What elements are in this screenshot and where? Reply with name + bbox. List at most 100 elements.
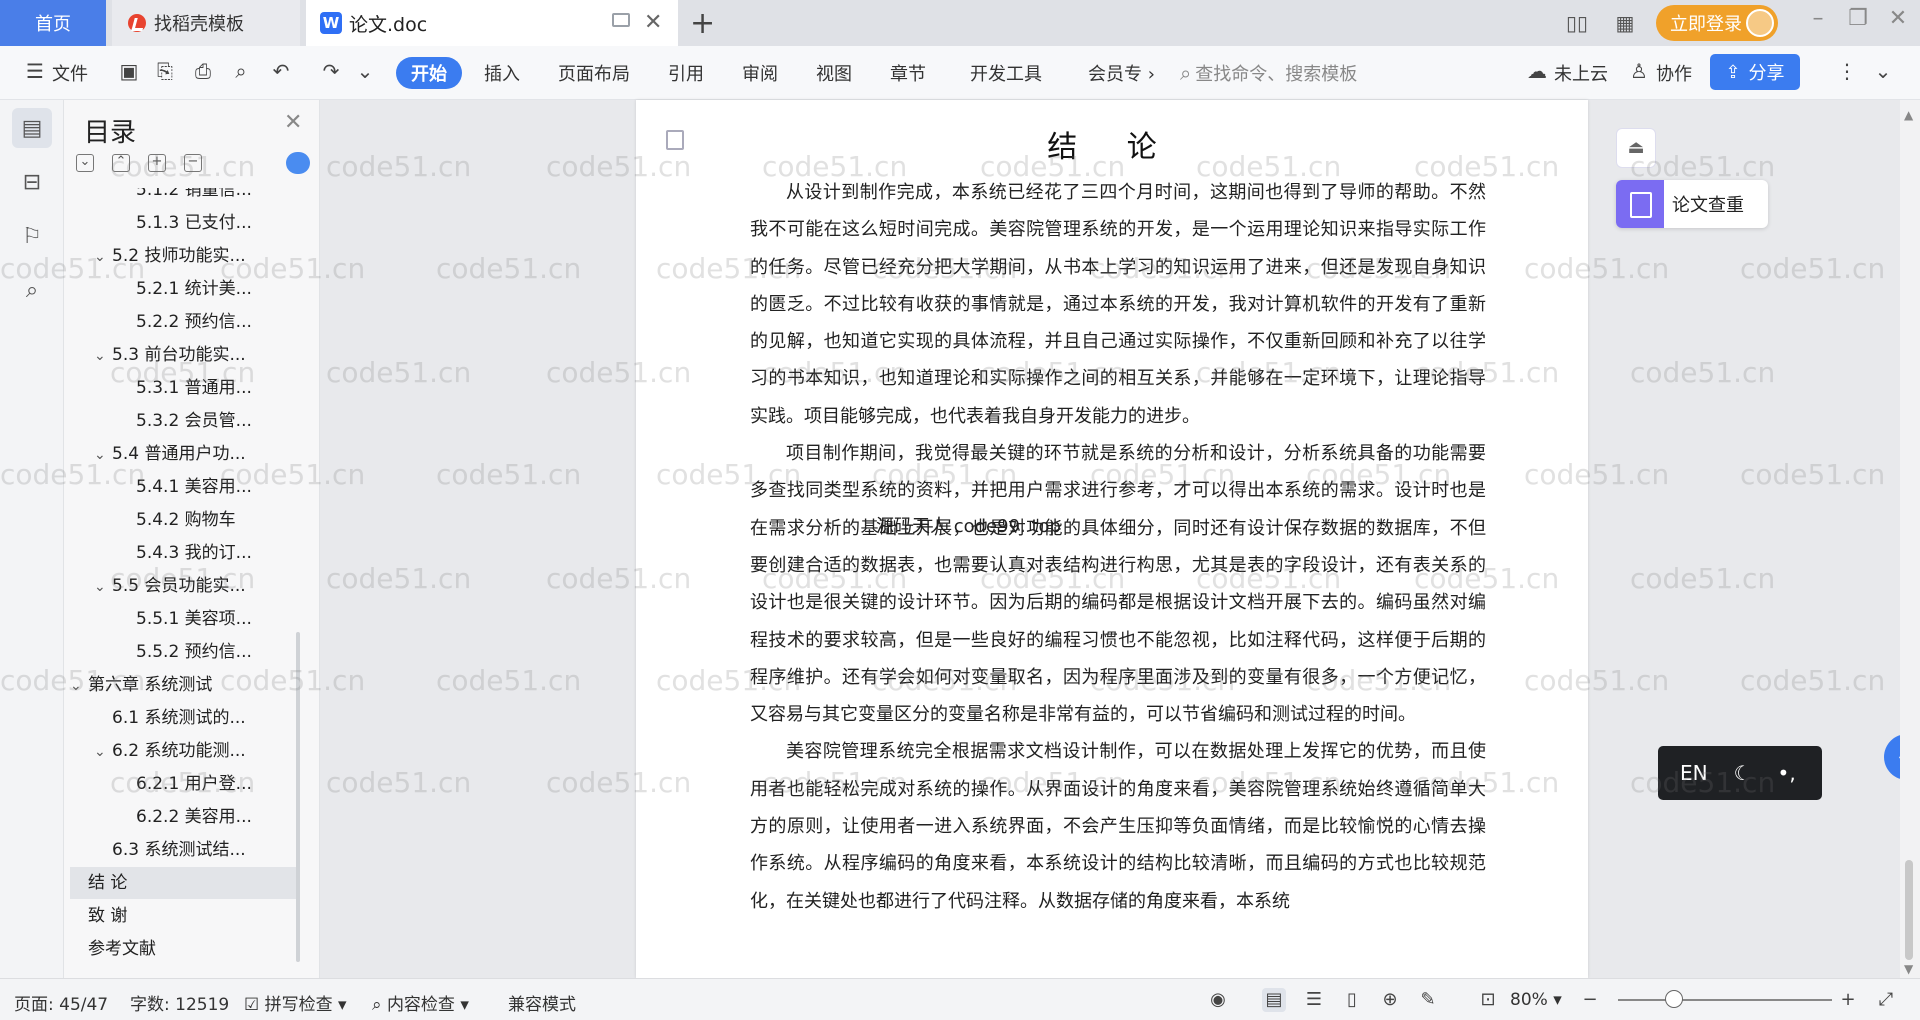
undo-icon[interactable]: ↶: [268, 58, 294, 84]
tab-review[interactable]: 审阅: [742, 60, 778, 86]
new-tab-button[interactable]: +: [690, 6, 715, 41]
toc-item[interactable]: 5.4.3 我的订...: [70, 537, 298, 569]
chevron-down-icon[interactable]: ⌄: [94, 241, 112, 272]
reading-layout-icon[interactable]: ▯▯: [1560, 10, 1594, 36]
toc-item[interactable]: 5.4.1 美容用...: [70, 471, 298, 503]
collab-button[interactable]: 协作: [1656, 60, 1692, 86]
tab-template[interactable]: 找稻壳模板: [112, 0, 300, 46]
toc-item[interactable]: 参考文献: [70, 933, 298, 965]
toc-item[interactable]: 致 谢: [70, 900, 298, 932]
tab-home[interactable]: 首页: [0, 0, 106, 46]
collapse-ribbon-icon[interactable]: ⌄: [1870, 58, 1896, 84]
collapse-panel-icon[interactable]: ⏏: [1616, 128, 1656, 168]
bookmark-icon[interactable]: ⚐: [12, 216, 52, 256]
add-heading-icon[interactable]: +: [148, 154, 166, 172]
web-view-icon[interactable]: ⊕: [1378, 988, 1402, 1012]
cloud-status[interactable]: 未上云: [1554, 60, 1608, 86]
toc-item[interactable]: 结 论: [70, 867, 298, 899]
chevron-down-icon[interactable]: ⌄: [70, 670, 88, 701]
print-icon[interactable]: ⎙: [190, 58, 216, 84]
toc-item[interactable]: 6.3 系统测试结...: [70, 834, 298, 866]
moon-icon[interactable]: ☾: [1734, 761, 1752, 785]
collapse-all-icon[interactable]: ⌃: [112, 154, 130, 172]
toc-item[interactable]: ⌄ 5.5 会员功能实...: [70, 570, 298, 602]
vertical-scrollbar[interactable]: ▲ ▼: [1900, 100, 1920, 978]
tab-member[interactable]: 会员专 ›: [1088, 60, 1155, 86]
toc-item[interactable]: 5.3.2 会员管...: [70, 405, 298, 437]
zoom-slider[interactable]: [1618, 999, 1832, 1001]
punctuation-icon[interactable]: •,: [1778, 761, 1796, 785]
minimize-icon[interactable]: –: [1798, 6, 1838, 31]
toc-item[interactable]: 5.1.2 销量信...: [70, 188, 298, 206]
tab-chapter[interactable]: 章节: [890, 60, 926, 86]
spell-check-button[interactable]: ☑ 拼写检查 ▾: [244, 990, 347, 1015]
toc-item[interactable]: ⌄ 6.2 系统功能测...: [70, 735, 298, 767]
scroll-down-icon[interactable]: ▼: [1904, 962, 1913, 976]
eye-protection-icon[interactable]: ◉: [1206, 988, 1230, 1012]
pen-icon[interactable]: ✎: [1416, 988, 1440, 1012]
redo-icon[interactable]: ↷: [318, 58, 344, 84]
toc-item[interactable]: 6.2.1 用户登...: [70, 768, 298, 800]
quick-access-dropdown-icon[interactable]: ⌄: [352, 58, 378, 84]
toc-close-icon[interactable]: ✕: [284, 110, 302, 135]
save-icon[interactable]: ▣: [116, 58, 142, 84]
toc-item[interactable]: 5.4.2 购物车: [70, 504, 298, 536]
grid-apps-icon[interactable]: ▦: [1608, 10, 1642, 36]
close-window-icon[interactable]: ✕: [1878, 6, 1918, 31]
command-search[interactable]: ⌕ 查找命令、搜索模板: [1180, 60, 1357, 86]
toc-item[interactable]: 5.5.2 预约信...: [70, 636, 298, 668]
document-page[interactable]: 结 论 从设计到制作完成，本系统已经花了三四个月时间，这期间也得到了导师的帮助。…: [636, 100, 1588, 978]
word-counter[interactable]: 字数: 12519: [130, 990, 229, 1015]
export-icon[interactable]: ⎘: [152, 58, 178, 84]
monitor-icon[interactable]: [612, 13, 630, 27]
chapter-nav-icon[interactable]: ⊟: [12, 162, 52, 202]
toc-item[interactable]: 6.2.2 美容用...: [70, 801, 298, 833]
chevron-down-icon[interactable]: ⌄: [94, 571, 112, 602]
page-view-icon[interactable]: ▤: [1262, 988, 1286, 1012]
zoom-slider-knob[interactable]: [1665, 990, 1684, 1008]
menu-icon[interactable]: ☰: [22, 58, 48, 84]
zoom-in-icon[interactable]: +: [1836, 988, 1860, 1012]
tab-view[interactable]: 视图: [816, 60, 852, 86]
toc-item[interactable]: ⌄ 第六章 系统测试: [70, 669, 298, 701]
toc-item[interactable]: ⌄ 5.3 前台功能实...: [70, 339, 298, 371]
restore-icon[interactable]: ❐: [1838, 6, 1878, 31]
toc-item[interactable]: ⌄ 5.2 技师功能实...: [70, 240, 298, 272]
print-preview-icon[interactable]: ⌕: [228, 58, 254, 84]
tab-layout[interactable]: 页面布局: [558, 60, 630, 86]
tab-devtools[interactable]: 开发工具: [970, 60, 1042, 86]
plagiarism-check-button[interactable]: 论文查重: [1616, 180, 1768, 228]
scroll-up-icon[interactable]: ▲: [1904, 108, 1913, 122]
remove-heading-icon[interactable]: −: [184, 154, 202, 172]
page-counter[interactable]: 页面: 45/47: [14, 990, 108, 1015]
expand-all-icon[interactable]: ⌄: [76, 154, 94, 172]
toc-item[interactable]: 5.1.3 已支付...: [70, 207, 298, 239]
content-check-button[interactable]: ⌕ 内容检查 ▾: [372, 990, 469, 1015]
toc-nav-icon[interactable]: ▤: [12, 108, 52, 148]
ime-toolbar[interactable]: EN ☾ •,: [1658, 746, 1822, 800]
fullscreen-icon[interactable]: ⤢: [1874, 988, 1898, 1012]
tab-document[interactable]: W 论文.doc ✕: [306, 0, 678, 46]
find-icon[interactable]: ⌕: [12, 270, 52, 310]
more-options-icon[interactable]: ⋮: [1834, 58, 1860, 84]
zoom-out-icon[interactable]: −: [1578, 988, 1602, 1012]
fit-page-icon[interactable]: ⊡: [1476, 988, 1500, 1012]
reading-view-icon[interactable]: ▯: [1340, 988, 1364, 1012]
tab-insert[interactable]: 插入: [484, 60, 520, 86]
file-menu[interactable]: 文件: [52, 60, 88, 86]
toc-item[interactable]: 5.5.1 美容项...: [70, 603, 298, 635]
outline-view-icon[interactable]: ☰: [1302, 988, 1326, 1012]
tab-reference[interactable]: 引用: [668, 60, 704, 86]
chevron-down-icon[interactable]: ⌄: [94, 439, 112, 470]
toc-item[interactable]: 5.3.1 普通用...: [70, 372, 298, 404]
toc-item[interactable]: 6.1 系统测试的...: [70, 702, 298, 734]
chevron-down-icon[interactable]: ⌄: [94, 340, 112, 371]
toc-item[interactable]: ⌄ 5.4 普通用户功...: [70, 438, 298, 470]
share-button[interactable]: ⇪ 分享: [1710, 54, 1800, 90]
tab-start[interactable]: 开始: [396, 57, 462, 89]
toc-scrollbar[interactable]: [296, 632, 300, 962]
scroll-thumb[interactable]: [1905, 860, 1913, 960]
zoom-level[interactable]: 80% ▾: [1510, 990, 1562, 1010]
ai-assistant-icon[interactable]: [286, 152, 310, 174]
toc-item[interactable]: 5.2.1 统计美...: [70, 273, 298, 305]
